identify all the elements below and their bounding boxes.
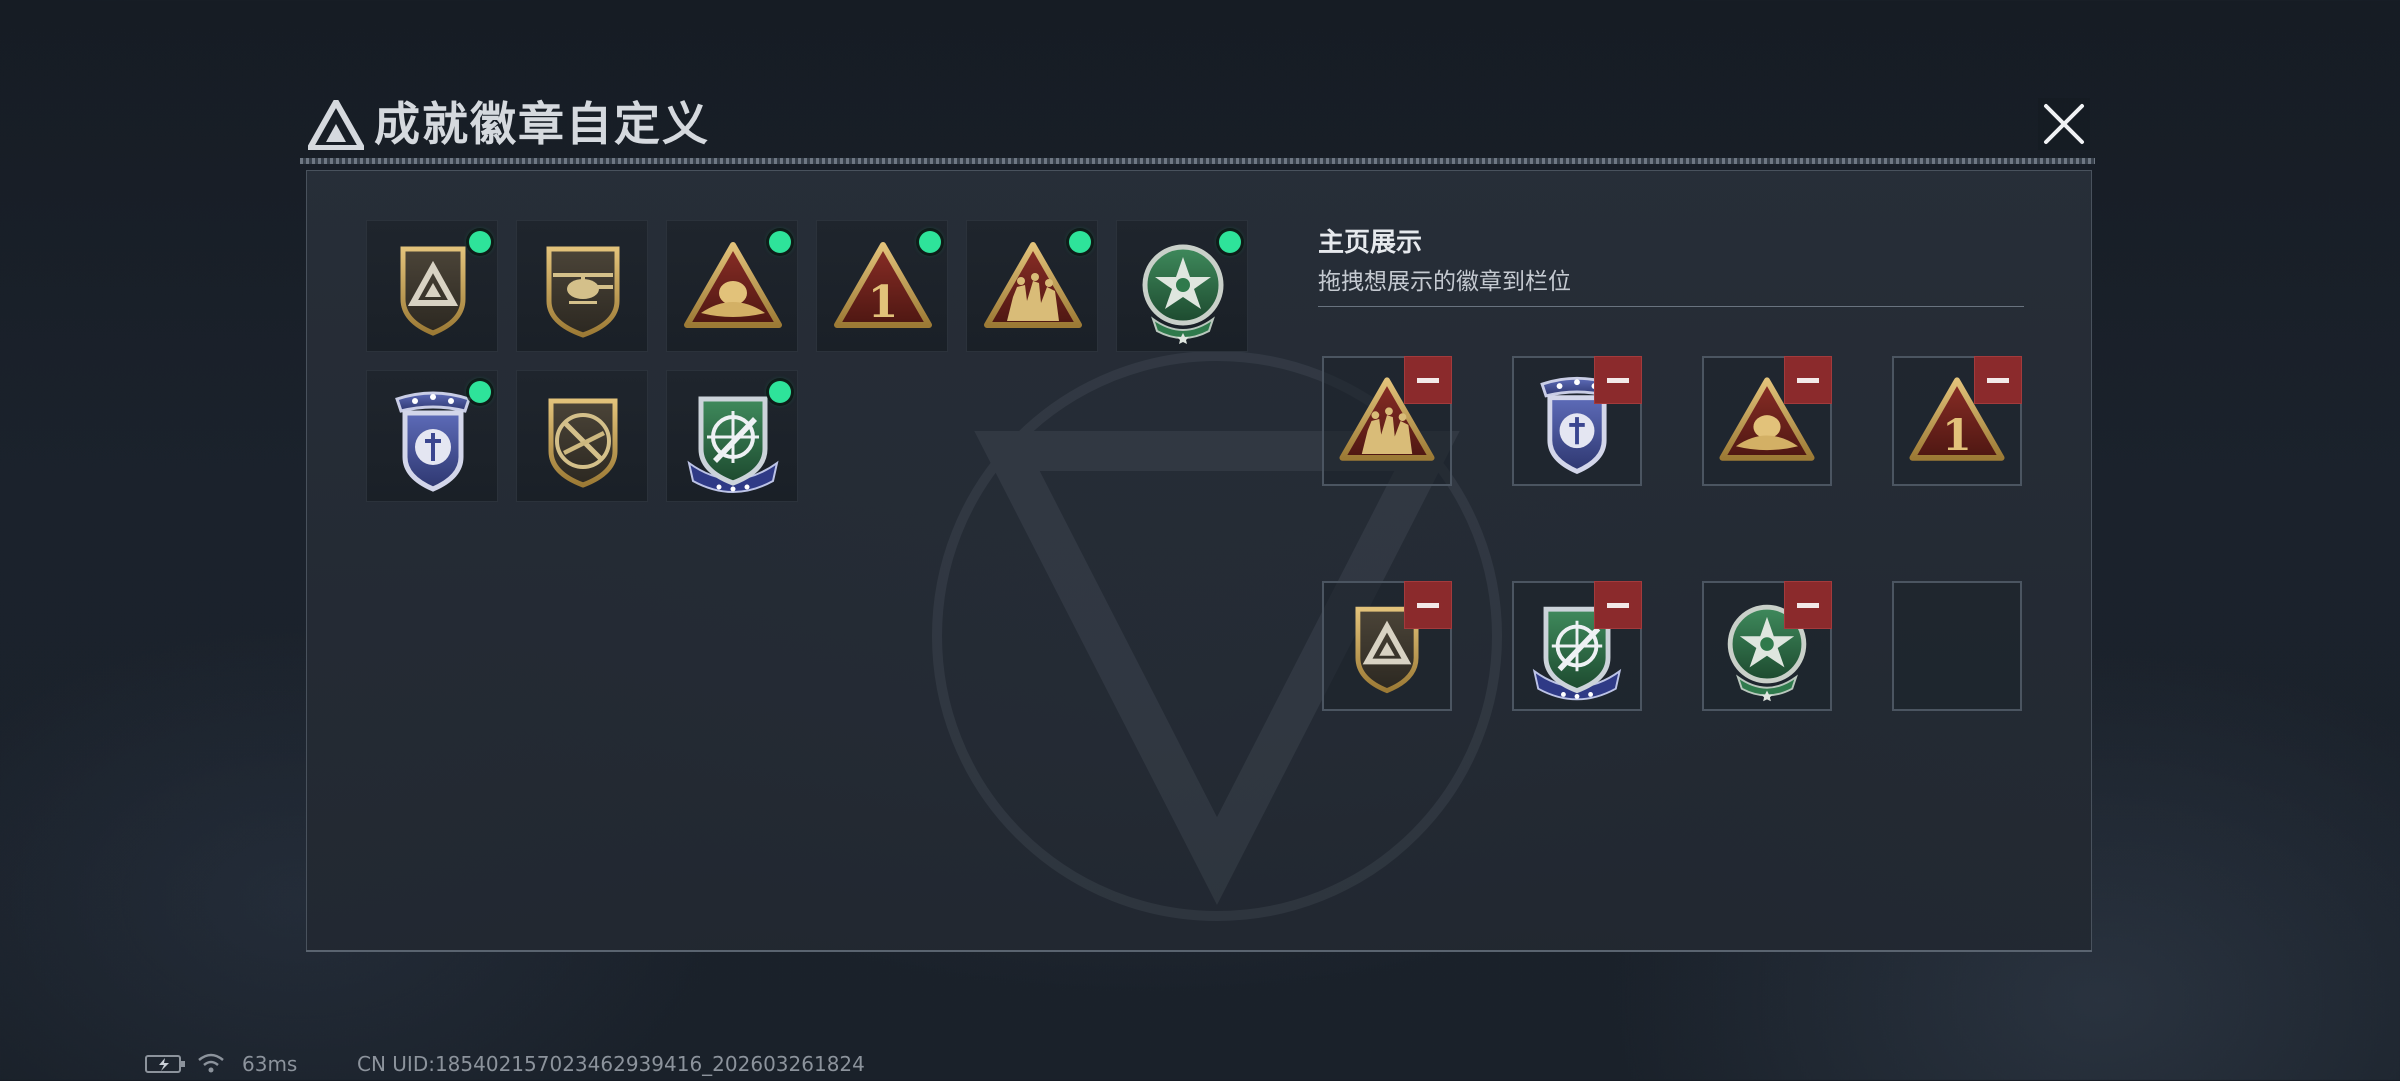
remove-badge-button[interactable] bbox=[1784, 581, 1832, 629]
owned-indicator-dot bbox=[469, 231, 491, 253]
player-uid: CN UID:18540215702346293​9416_2026032618… bbox=[357, 1052, 865, 1076]
remove-badge-button[interactable] bbox=[1784, 356, 1832, 404]
dialog-title: 成就徽章自定义 bbox=[374, 97, 710, 151]
remove-badge-button[interactable] bbox=[1974, 356, 2022, 404]
inventory-badge-helicopter-shield-badge[interactable] bbox=[516, 220, 648, 352]
inventory-badge-number-one-triangle-badge[interactable] bbox=[816, 220, 948, 352]
showcase-divider bbox=[1318, 306, 2024, 307]
owned-indicator-dot bbox=[919, 231, 941, 253]
inventory-badge-egg-nest-triangle-badge[interactable] bbox=[666, 220, 798, 352]
showcase-slot-filled[interactable] bbox=[1322, 356, 1452, 486]
owned-indicator-dot bbox=[1219, 231, 1241, 253]
wifi-icon bbox=[197, 1051, 225, 1080]
showcase-slot-filled[interactable] bbox=[1512, 581, 1642, 711]
inventory-badge-rifle-prohibited-shield-badge[interactable] bbox=[516, 370, 648, 502]
dialog-title-bar: 成就徽章自定义 bbox=[300, 90, 2100, 164]
remove-badge-button[interactable] bbox=[1594, 581, 1642, 629]
battery-charging-icon bbox=[145, 1052, 187, 1081]
remove-badge-button[interactable] bbox=[1404, 356, 1452, 404]
inventory-badge-triangle-shield-badge[interactable] bbox=[366, 220, 498, 352]
helicopter-shield-badge-icon bbox=[517, 221, 649, 353]
inventory-badge-crosshair-rocket-shield-badge[interactable] bbox=[666, 370, 798, 502]
showcase-slot-filled[interactable] bbox=[1892, 356, 2022, 486]
showcase-slot-empty[interactable] bbox=[1892, 581, 2022, 711]
showcase-subtitle: 拖拽想展示的徽章到栏位 bbox=[1318, 269, 1571, 295]
rifle-prohibited-shield-badge-icon bbox=[517, 371, 649, 503]
showcase-slot-filled[interactable] bbox=[1702, 581, 1832, 711]
showcase-slot-filled[interactable] bbox=[1702, 356, 1832, 486]
panel-bottom-divider bbox=[306, 950, 2092, 952]
showcase-slot-filled[interactable] bbox=[1512, 356, 1642, 486]
title-divider bbox=[300, 158, 2095, 164]
remove-badge-button[interactable] bbox=[1594, 356, 1642, 404]
owned-indicator-dot bbox=[769, 381, 791, 403]
inventory-badge-green-star-wreath-badge[interactable] bbox=[1116, 220, 1248, 352]
inventory-badge-soldiers-triangle-badge[interactable] bbox=[966, 220, 1098, 352]
triangle-logo-icon bbox=[308, 100, 364, 150]
owned-indicator-dot bbox=[769, 231, 791, 253]
remove-badge-button[interactable] bbox=[1404, 581, 1452, 629]
close-button[interactable] bbox=[2038, 98, 2090, 150]
showcase-slot-filled[interactable] bbox=[1322, 581, 1452, 711]
ping-value: 63ms bbox=[242, 1052, 298, 1076]
showcase-title: 主页展示 bbox=[1318, 228, 1423, 258]
owned-indicator-dot bbox=[469, 381, 491, 403]
inventory-badge-blue-police-shield-badge[interactable] bbox=[366, 370, 498, 502]
owned-indicator-dot bbox=[1069, 231, 1091, 253]
close-icon bbox=[2044, 104, 2084, 144]
